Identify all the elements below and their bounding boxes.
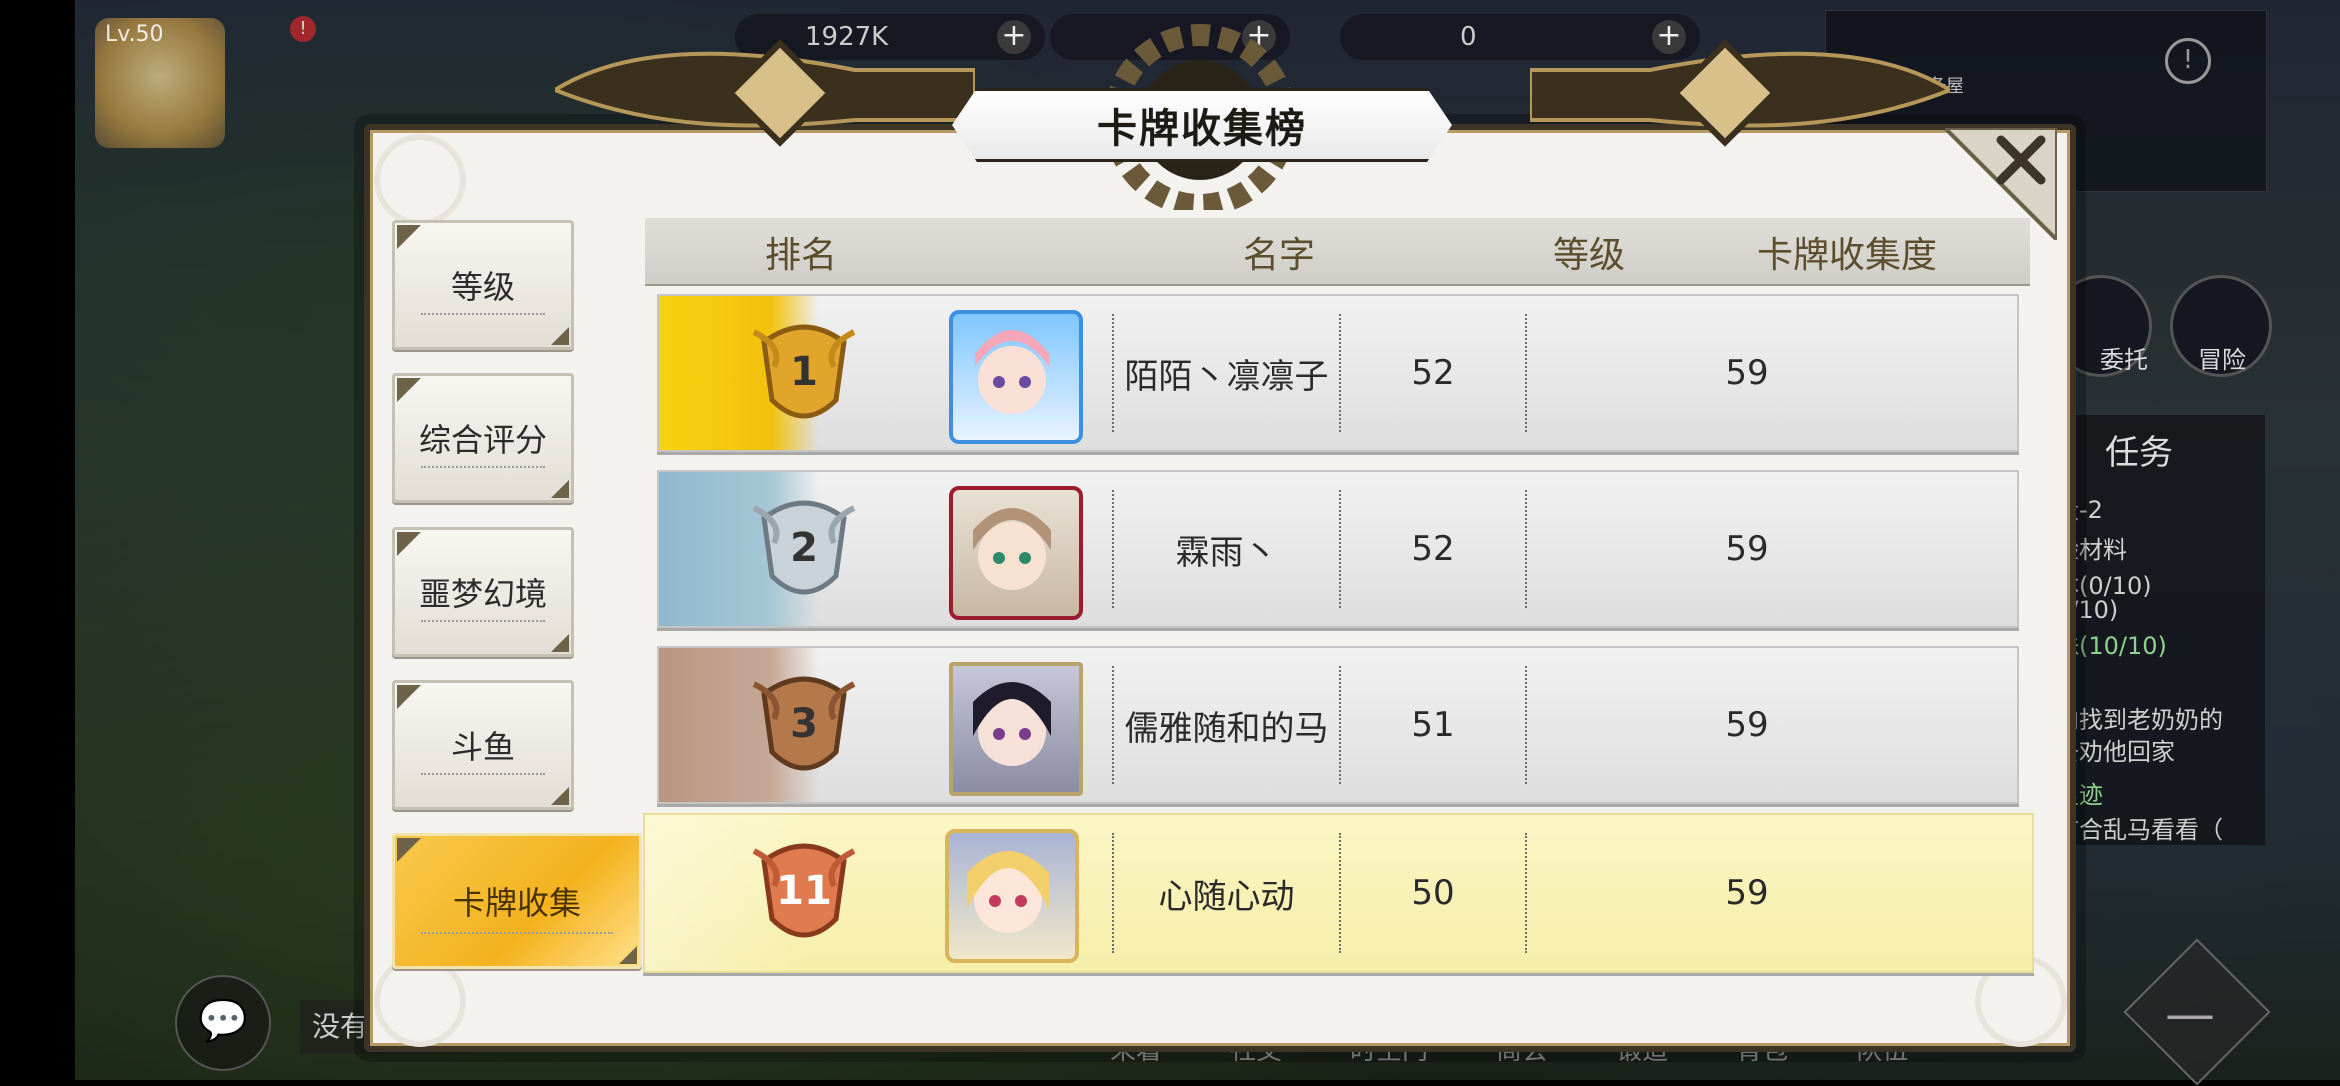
right-wing-ornament [1530,39,1950,147]
my-rank-row[interactable]: 11 心随心动 50 59 [643,813,2034,973]
tab-nightmare-realm[interactable]: 噩梦幻境 [392,527,574,657]
tab-divider [421,313,545,315]
chat-bubble-icon[interactable]: 💬 [175,975,271,1071]
crystal-amount: 0 [1460,22,1477,52]
tab-divider [421,620,545,622]
player-portrait[interactable] [949,486,1083,620]
tab-label: 斗鱼 [450,728,515,766]
column-header-collection: 卡牌收集度 [1757,235,1938,276]
modal-title: 卡牌收集榜 [1097,106,1307,152]
player-name: 心随心动 [1158,876,1295,917]
tab-divider [421,773,545,775]
portrait-face-icon [973,682,1051,766]
column-header-name: 名字 [1243,235,1316,276]
alert-badge-icon: ! [290,16,316,42]
rank-number: 1 [790,349,818,395]
card-collection-value: 59 [1725,353,1769,393]
portrait-face-icon [967,851,1049,933]
tab-label: 综合评分 [418,421,547,459]
player-portrait[interactable] [949,310,1083,444]
close-icon[interactable] [1993,132,2049,188]
tab-card-collection[interactable]: 卡牌收集 [392,833,642,969]
player-level: 52 [1411,529,1455,569]
portrait-face-icon [975,330,1049,414]
player-level: 50 [1411,873,1455,913]
tab-level[interactable]: 等级 [392,220,574,350]
card-collection-value: 59 [1725,529,1769,569]
entrust-label: 委托 [2100,346,2148,374]
table-row[interactable]: 2 霖雨丶 52 59 [657,470,2019,628]
rank-number: 3 [790,701,818,747]
task-line: 市合乱马看看（ [2055,816,2223,844]
corner-ornament [374,134,466,226]
tab-divider [421,932,613,934]
rank-number: 11 [776,868,832,914]
add-gold-button[interactable]: + [997,20,1031,54]
task-title: 任务 [2105,433,2173,473]
portrait-face-icon [973,508,1051,590]
card-collection-value: 59 [1725,705,1769,745]
column-header-rank: 排名 [765,235,838,276]
player-level: 51 [1411,705,1455,745]
player-name: 霖雨丶 [1175,532,1278,573]
player-portrait[interactable] [945,829,1079,963]
column-header-level: 等级 [1553,235,1626,276]
notice-icon[interactable]: ! [2165,38,2211,84]
task-line: 内找到老奶奶的 [2055,706,2223,734]
left-wing-ornament [555,39,975,147]
tab-divider [421,466,545,468]
table-row[interactable]: 3 儒雅随和的马 51 59 [657,646,2019,804]
tab-overall-score[interactable]: 综合评分 [392,373,574,503]
table-header: 排名 名字 等级 卡牌收集度 [645,218,2030,286]
player-level: Lv.50 [105,22,164,47]
tab-douyu[interactable]: 斗鱼 [392,680,574,810]
card-collection-value: 59 [1725,873,1769,913]
player-level: 52 [1411,353,1455,393]
modal-title-banner: 卡牌收集榜 [952,88,1452,162]
adventure-label: 冒险 [2198,346,2246,374]
rank-number: 2 [790,525,818,571]
minus-icon: — [2165,985,2215,1043]
tab-label: 噩梦幻境 [418,575,547,613]
player-name: 陌陌丶凛凛子 [1124,356,1329,397]
tab-label: 等级 [450,268,515,306]
tab-label: 卡牌收集 [452,884,581,922]
player-name: 儒雅随和的马 [1124,708,1329,749]
table-row[interactable]: 1 陌陌丶凛凛子 52 59 [657,294,2019,452]
player-portrait[interactable] [949,662,1083,796]
